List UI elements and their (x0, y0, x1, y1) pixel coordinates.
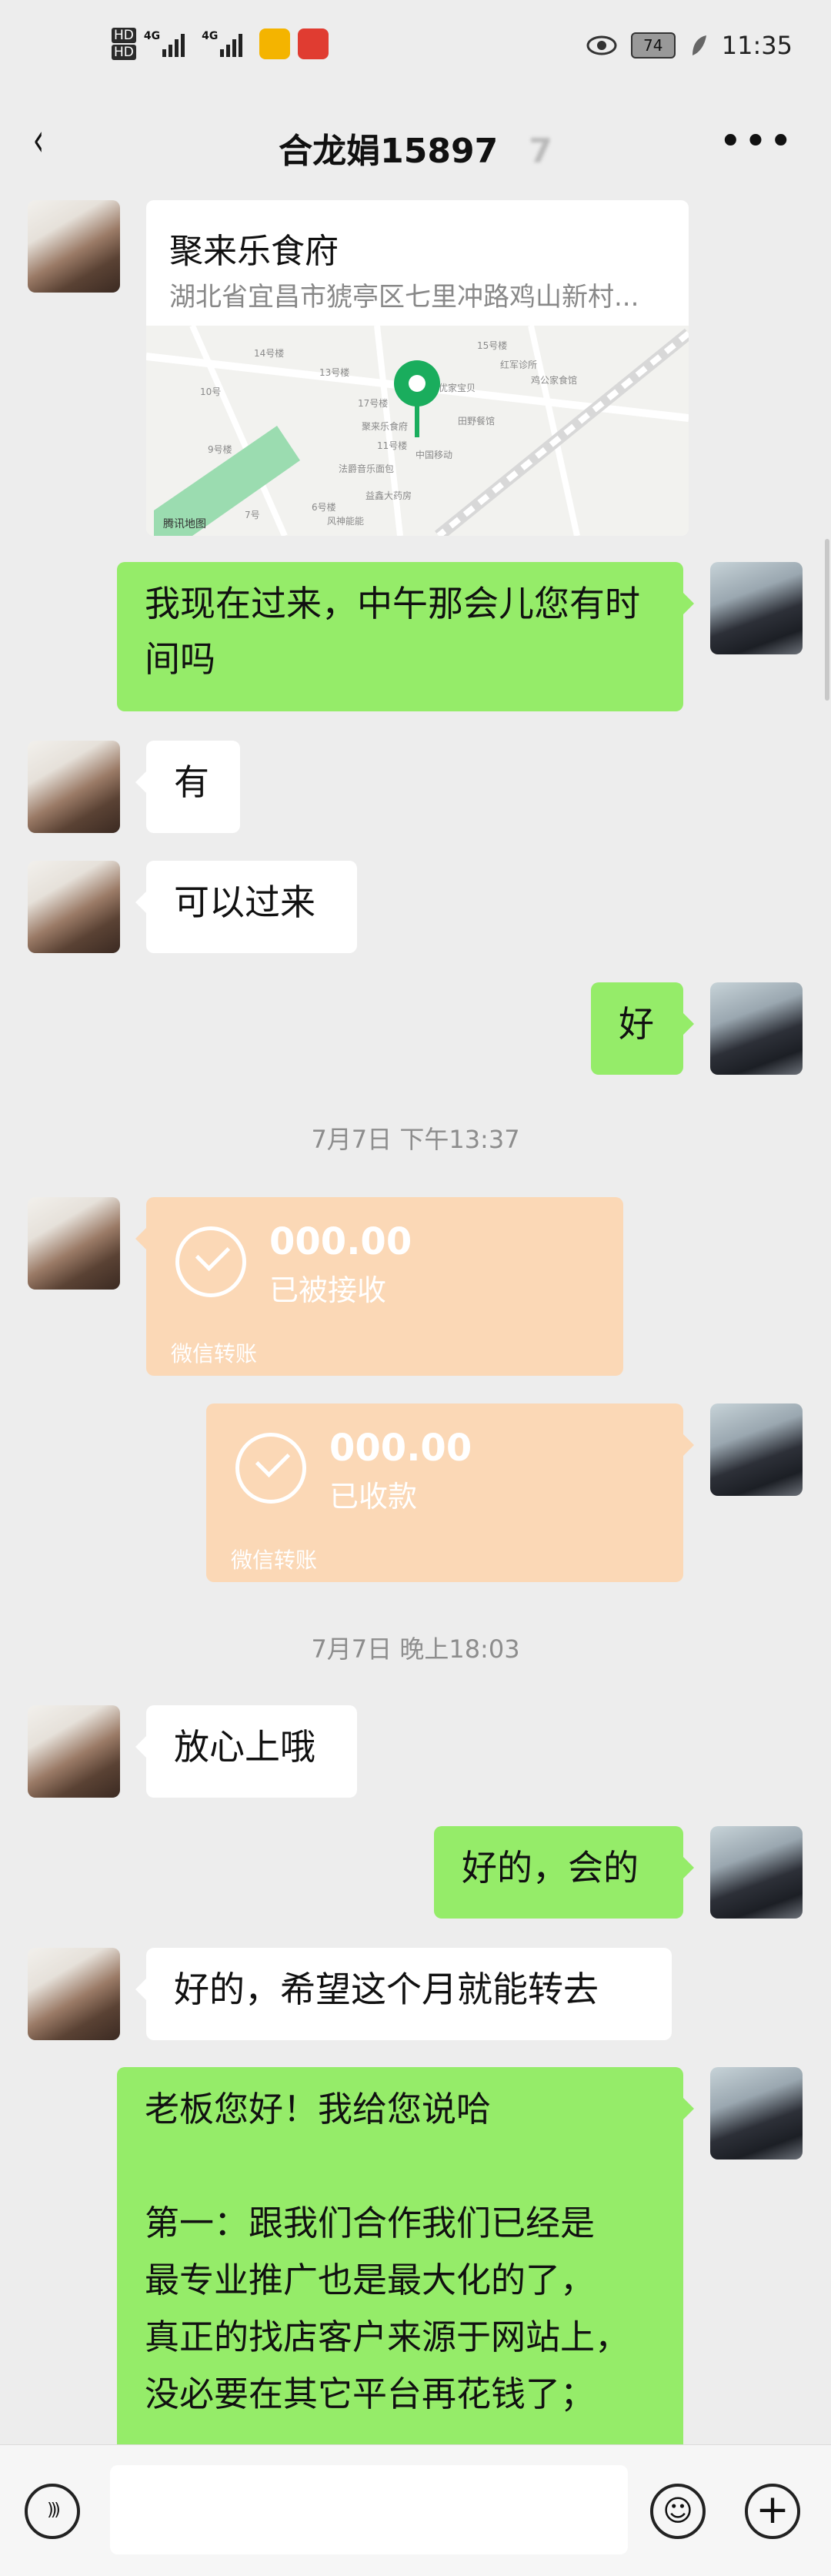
check-circle-icon (235, 1433, 306, 1504)
chat-header: ‹ 合龙娟15897 7 ••• (0, 100, 831, 192)
my-avatar[interactable] (710, 982, 803, 1075)
check-circle-icon (175, 1226, 246, 1297)
transfer-status: 已收款 (329, 1480, 418, 1514)
input-bar: ))) ☺ + (0, 2444, 831, 2576)
map-preview: 14号楼 13号楼 10号 17号楼 9号楼 11号楼 7号 6号楼 风神能能 … (146, 324, 689, 536)
eye-icon (586, 35, 617, 55)
my-avatar[interactable] (710, 2067, 803, 2159)
hd-badge: HD (112, 28, 136, 43)
map-label: 法爵音乐面包 (339, 463, 394, 474)
map-label: 14号楼 (254, 347, 284, 359)
transfer-card[interactable]: 000.00 已收款 微信转账 (206, 1403, 694, 1582)
map-graphic: 14号楼 13号楼 10号 17号楼 9号楼 11号楼 7号 6号楼 风神能能 … (146, 324, 689, 536)
news-app-icon (298, 28, 329, 59)
message-line: 真正的找店客户来源于网站上， (145, 2317, 630, 2357)
status-left: HD HD 4G 4G (112, 28, 329, 60)
map-label: 6号楼 (312, 501, 336, 513)
message-line (145, 2138, 656, 2195)
my-avatar[interactable] (710, 562, 803, 654)
map-label: 11号楼 (377, 440, 407, 451)
message-bubble-received[interactable]: 有 (135, 741, 240, 833)
message-input[interactable] (110, 2465, 628, 2554)
map-label: 益鑫大药房 (365, 490, 412, 501)
message-bubble-received[interactable]: 可以过来 (135, 861, 357, 953)
transfer-amount: 000.00 (329, 1427, 472, 1470)
map-label: 鸡公家食馆 (531, 374, 577, 386)
message-line: 老板您好！我给您说哈 (145, 2089, 492, 2129)
signal-icon: 4G (144, 31, 185, 57)
mail-app-icon (259, 28, 291, 59)
map-label: 13号楼 (319, 366, 349, 378)
transfer-amount: 000.00 (269, 1220, 412, 1263)
network-type: 4G (202, 30, 219, 42)
more-button[interactable]: ••• (719, 119, 794, 165)
map-label: 田野餐馆 (458, 415, 495, 427)
status-right: 74 11:35 (586, 31, 793, 60)
transfer-label: 微信转账 (171, 1341, 258, 1367)
signal-icon: 4G (202, 30, 243, 57)
map-label: 风神能能 (327, 516, 364, 527)
map-label: 聚来乐食府 (362, 420, 408, 432)
contact-avatar[interactable] (28, 1197, 120, 1290)
message-bubble-sent[interactable]: 好 (591, 982, 694, 1075)
hd-badge: HD (112, 45, 136, 60)
map-label: 15号楼 (477, 340, 507, 351)
message-bubble-received[interactable]: 好的，希望这个月就能转去 (135, 1948, 672, 2040)
emoji-icon[interactable]: ☺ (650, 2484, 706, 2539)
battery-icon: 74 (630, 32, 676, 59)
leaf-icon (692, 35, 706, 55)
plus-icon[interactable]: + (745, 2484, 800, 2539)
map-label: 红军诊所 (500, 359, 537, 370)
message-bubble-sent[interactable]: 我现在过来，中午那会儿您有时间吗 (117, 562, 694, 711)
map-label: 10号 (200, 386, 221, 397)
contact-avatar[interactable] (28, 1705, 120, 1798)
map-label: 7号 (245, 510, 260, 520)
transfer-card[interactable]: 000.00 已被接收 微信转账 (135, 1197, 623, 1376)
location-card[interactable]: 聚来乐食府 湖北省宜昌市猇亭区七里冲路鸡山新村... 14号楼 13号楼 10号… (146, 200, 689, 536)
map-label: 17号楼 (358, 397, 388, 409)
map-label: 9号楼 (208, 443, 232, 455)
contact-name-blurred: 7 (529, 132, 552, 171)
contact-avatar[interactable] (28, 741, 120, 833)
location-address: 湖北省宜昌市猇亭区七里冲路鸡山新村... (169, 282, 639, 313)
clock: 11:35 (721, 31, 793, 60)
status-bar: HD HD 4G 4G 74 11:35 (0, 0, 831, 100)
map-label: 优家宝贝 (439, 382, 476, 393)
message-line: 第一：跟我们合作我们已经是 (145, 2203, 596, 2243)
message-timestamp: 7月7日 下午13:37 (311, 1125, 520, 1154)
message-bubble-sent[interactable]: 老板您好！我给您说哈 第一：跟我们合作我们已经是 最专业推广也是最大化的了， 真… (117, 2067, 694, 2467)
map-label: 中国移动 (416, 449, 452, 460)
chat-title: 合龙娟15897 7 (0, 123, 831, 172)
transfer-status: 已被接收 (269, 1273, 387, 1307)
map-attribution: 腾讯地图 (163, 517, 206, 530)
contact-avatar[interactable] (28, 861, 120, 953)
location-name: 聚来乐食府 (169, 232, 339, 271)
message-bubble-received[interactable]: 放心上哦 (135, 1705, 357, 1798)
scrollbar[interactable] (825, 539, 829, 701)
contact-avatar[interactable] (28, 200, 120, 293)
message-line: 没必要在其它平台再花钱了； (145, 2374, 596, 2414)
message-line: 最专业推广也是最大化的了， (145, 2260, 596, 2300)
message-timestamp: 7月7日 晚上18:03 (311, 1634, 520, 1664)
transfer-label: 微信转账 (231, 1547, 318, 1573)
my-avatar[interactable] (710, 1826, 803, 1919)
contact-name: 合龙娟15897 (279, 132, 499, 171)
my-avatar[interactable] (710, 1403, 803, 1496)
network-type: 4G (143, 30, 161, 42)
contact-avatar[interactable] (28, 1948, 120, 2040)
message-bubble-sent[interactable]: 好的，会的 (434, 1826, 694, 1919)
voice-icon[interactable]: ))) (25, 2484, 80, 2539)
